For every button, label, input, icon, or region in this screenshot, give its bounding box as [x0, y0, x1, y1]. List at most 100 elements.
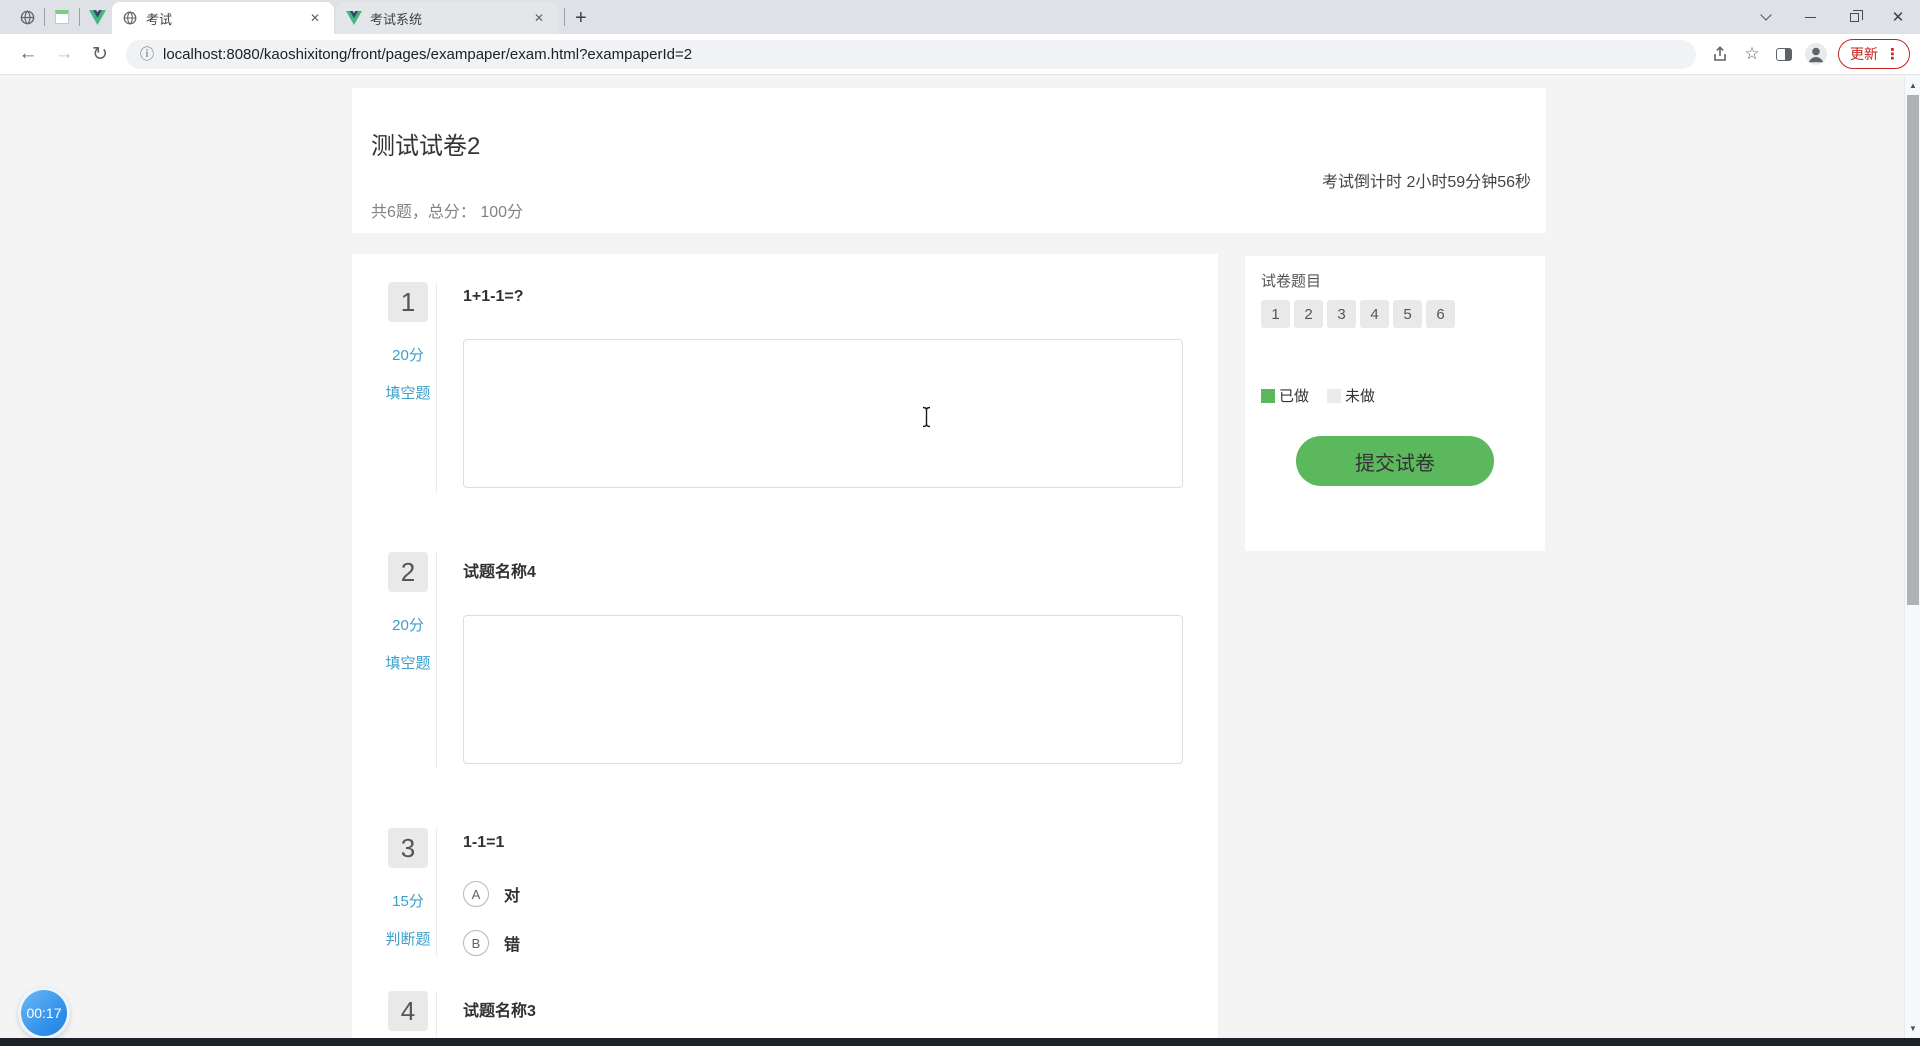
pinned-divider — [44, 8, 45, 26]
close-window-button[interactable]: ✕ — [1876, 0, 1920, 34]
question-3: 3 15分 判断题 1-1=1 A 对 B 错 — [352, 828, 1218, 956]
option-label: 对 — [504, 888, 521, 905]
option-b[interactable]: B 错 — [463, 930, 1184, 956]
question-score: 20分 — [392, 617, 424, 634]
scroll-up-icon[interactable]: ▲ — [1905, 75, 1920, 95]
exam-title: 测试试卷2 — [371, 133, 481, 160]
questions-card: 1 20分 填空题 1+1-1=? 2 20分 填空题 试题名称4 3 15分 … — [352, 254, 1218, 1038]
option-label: 错 — [504, 937, 521, 954]
question-title: 试题名称4 — [463, 564, 536, 581]
exam-header-card: 测试试卷2 共6题，总分： 100分 考试倒计时 2小时59分钟56秒 — [352, 88, 1546, 233]
nav-question-2[interactable]: 2 — [1294, 300, 1323, 328]
question-number: 4 — [388, 991, 428, 1031]
nav-question-1[interactable]: 1 — [1261, 300, 1290, 328]
minimize-icon — [1804, 16, 1816, 18]
share-button[interactable] — [1704, 39, 1736, 69]
vue-icon — [346, 11, 362, 25]
nav-question-3[interactable]: 3 — [1327, 300, 1356, 328]
tab-title: 考试系统 — [370, 11, 423, 27]
nav-question-4[interactable]: 4 — [1360, 300, 1389, 328]
close-icon: ✕ — [1891, 9, 1905, 26]
question-2: 2 20分 填空题 试题名称4 — [352, 552, 1218, 769]
option-letter-circle[interactable]: B — [463, 930, 489, 956]
chevron-down-icon — [1760, 9, 1772, 21]
legend-done-label: 已做 — [1279, 388, 1310, 405]
question-4-content: 试题名称3 A 对 — [437, 991, 1218, 1038]
question-3-rail: 3 15分 判断题 — [352, 828, 437, 956]
scrollbar-thumb[interactable] — [1907, 95, 1919, 605]
question-number: 2 — [388, 552, 428, 592]
pinned-divider — [79, 8, 80, 26]
question-gap — [352, 493, 1218, 552]
paper-nav-card: 试卷题目 1 2 3 4 5 6 已做 未做 提交试卷 — [1245, 256, 1545, 551]
question-type: 判断题 — [385, 931, 431, 948]
question-4: 4 15分 判断题 试题名称3 A 对 — [352, 991, 1218, 1038]
globe-icon — [123, 11, 137, 25]
exam-countdown: 考试倒计时 2小时59分钟56秒 — [1322, 174, 1531, 191]
browser-tab-strip: 考试 ✕ 考试系统 ✕ + ✕ — [0, 0, 1920, 34]
question-number: 1 — [388, 282, 428, 322]
tab-exam[interactable]: 考试 ✕ — [112, 2, 334, 34]
question-gap — [352, 769, 1218, 828]
nav-question-6[interactable]: 6 — [1426, 300, 1455, 328]
pinned-tabs — [0, 0, 112, 34]
floating-timer-value: 00:17 — [26, 1005, 62, 1021]
answer-textarea-1[interactable] — [463, 339, 1183, 488]
tab-title: 考试 — [146, 11, 173, 27]
question-3-content: 1-1=1 A 对 B 错 — [437, 828, 1218, 956]
question-number-nav: 1 2 3 4 5 6 — [1261, 300, 1529, 328]
question-title: 1-1=1 — [463, 834, 505, 851]
question-number: 3 — [388, 828, 428, 868]
legend-done-swatch — [1261, 388, 1275, 403]
question-gap — [352, 956, 1218, 991]
minimize-button[interactable] — [1788, 0, 1832, 34]
restore-button[interactable] — [1832, 0, 1876, 34]
paper-nav-title: 试卷题目 — [1261, 273, 1322, 290]
back-button[interactable]: ← — [13, 39, 43, 69]
tab-exam-system[interactable]: 考试系统 ✕ — [336, 2, 558, 34]
scroll-down-icon[interactable]: ▼ — [1905, 1018, 1920, 1038]
globe-icon — [20, 10, 34, 24]
vue-icon — [88, 9, 106, 25]
submit-exam-button[interactable]: 提交试卷 — [1296, 436, 1494, 486]
profile-button[interactable] — [1800, 39, 1832, 69]
legend-undone-swatch — [1327, 388, 1342, 403]
question-title: 试题名称3 — [463, 1003, 536, 1020]
page-scrollbar[interactable]: ▲ ▼ — [1904, 75, 1920, 1038]
tab-close-icon[interactable]: ✕ — [306, 9, 324, 27]
question-score: 20分 — [392, 347, 424, 364]
answer-textarea-2[interactable] — [463, 615, 1183, 764]
taskbar-edge — [0, 1038, 1920, 1046]
exam-summary: 共6题，总分： 100分 — [371, 204, 524, 221]
site-info-icon[interactable]: ⓘ — [140, 44, 154, 64]
pinned-tab-globe[interactable] — [12, 0, 42, 34]
question-1-content: 1+1-1=? — [437, 282, 1218, 493]
pinned-tab-sheet[interactable] — [47, 0, 77, 34]
tab-search-button[interactable] — [1744, 0, 1788, 34]
tab-close-icon[interactable]: ✕ — [530, 9, 548, 27]
side-panel-icon — [1776, 47, 1792, 61]
exam-page: 测试试卷2 共6题，总分： 100分 考试倒计时 2小时59分钟56秒 1 20… — [0, 75, 1920, 1038]
bookmark-button[interactable]: ☆ — [1736, 39, 1768, 69]
legend-undone-label: 未做 — [1345, 388, 1376, 405]
question-type: 填空题 — [385, 655, 431, 672]
restore-icon — [1849, 9, 1863, 22]
nav-question-5[interactable]: 5 — [1393, 300, 1422, 328]
question-1-rail: 1 20分 填空题 — [352, 282, 437, 493]
option-letter-circle[interactable]: A — [463, 881, 489, 907]
browser-toolbar: ← → ↻ ⓘ localhost:8080/kaoshixitong/fron… — [0, 34, 1920, 75]
side-panel-button[interactable] — [1768, 39, 1800, 69]
floating-timer-widget[interactable]: 00:17 — [18, 987, 70, 1039]
option-a[interactable]: A 对 — [463, 881, 1184, 907]
forward-button[interactable]: → — [49, 39, 79, 69]
reload-button[interactable]: ↻ — [85, 39, 115, 69]
question-1: 1 20分 填空题 1+1-1=? — [352, 282, 1218, 493]
window-controls: ✕ — [1744, 0, 1920, 34]
address-bar[interactable]: ⓘ localhost:8080/kaoshixitong/front/page… — [126, 39, 1696, 69]
chrome-update-button[interactable]: 更新 ⋮ — [1838, 39, 1910, 69]
new-tab-button[interactable]: + — [565, 7, 599, 34]
question-title: 1+1-1=? — [463, 288, 524, 305]
pinned-tab-vue[interactable] — [82, 0, 112, 34]
url-text: localhost:8080/kaoshixitong/front/pages/… — [163, 45, 693, 63]
menu-dots-icon[interactable]: ⋮ — [1885, 45, 1900, 63]
